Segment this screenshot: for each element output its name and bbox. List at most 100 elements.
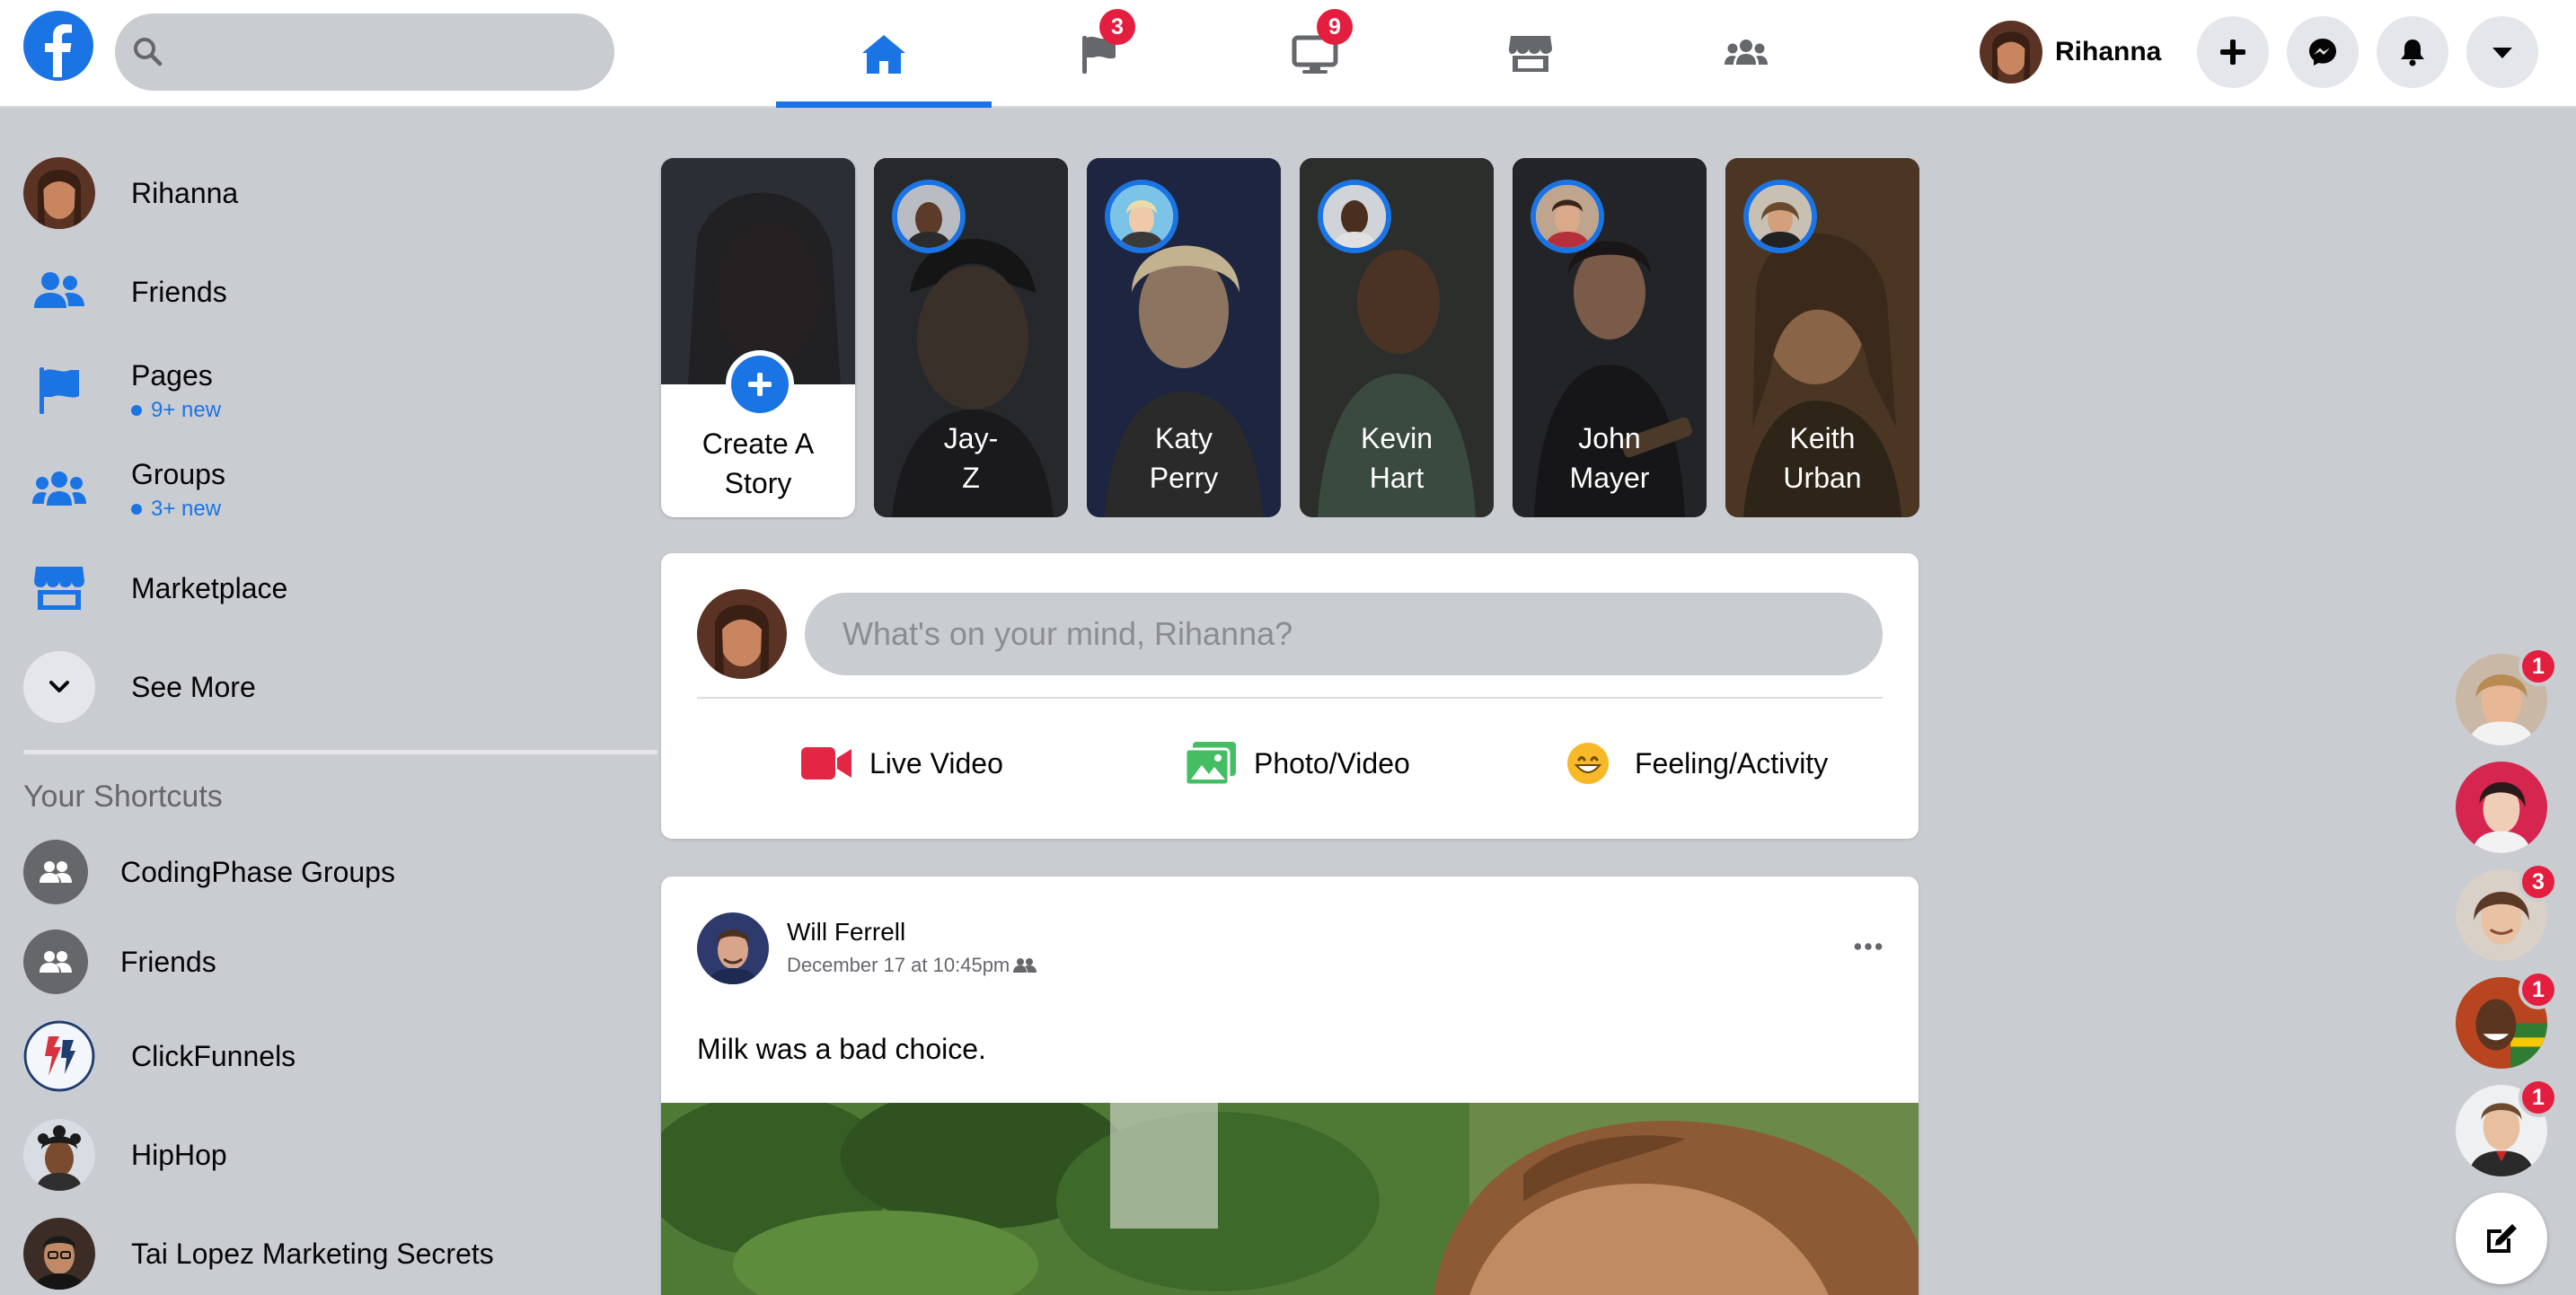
more-options-button[interactable] — [1847, 930, 1890, 963]
story-name: Katy Perry — [1087, 418, 1281, 498]
post-author[interactable]: Will Ferrell — [787, 918, 905, 947]
feeling-activity-label: Feeling/Activity — [1635, 746, 1829, 780]
story-card[interactable]: Kevin Hart — [1300, 158, 1494, 517]
sidebar-item-friends[interactable]: Friends — [23, 251, 652, 332]
shortcut-label: Friends — [120, 945, 216, 978]
post-timestamp: December 17 at 10:45pm — [787, 954, 1038, 977]
composer-divider — [697, 697, 1883, 699]
avatar — [1318, 180, 1391, 253]
top-navbar: 3 9 Rihanna — [0, 0, 2576, 108]
flag-icon — [23, 355, 95, 427]
sidebar-item-groups[interactable]: Groups 3+ new — [23, 449, 652, 530]
avatar — [1531, 180, 1604, 253]
account-menu-button[interactable] — [2466, 16, 2538, 88]
shortcut-item-codingphase[interactable]: CodingPhase Groups — [23, 832, 652, 912]
new-dot — [131, 404, 142, 416]
friends-audience-icon — [1013, 958, 1037, 973]
tab-marketplace[interactable] — [1423, 0, 1638, 108]
unread-badge: 1 — [2519, 970, 2558, 1009]
post-text: Milk was a bad choice. — [697, 1033, 986, 1065]
story-name-line: Perry — [1149, 462, 1219, 494]
sidebar-item-label: Pages — [131, 358, 213, 392]
notifications-button[interactable] — [2377, 16, 2448, 88]
new-count: 9+ new — [131, 398, 221, 423]
contact-chat-head[interactable]: 3 — [2456, 862, 2558, 961]
sidebar-item-marketplace[interactable]: Marketplace — [23, 548, 652, 629]
unread-badge: 1 — [2519, 647, 2558, 686]
messenger-button[interactable] — [2287, 16, 2359, 88]
friends-icon — [23, 256, 95, 328]
post-image[interactable] — [661, 1103, 1919, 1295]
profile-chip[interactable]: Rihanna — [1980, 16, 2161, 88]
avatar — [23, 157, 95, 229]
group-icon — [23, 929, 88, 994]
story-name-line: John — [1578, 422, 1641, 454]
avatar — [23, 1119, 95, 1191]
shortcut-item-friends[interactable]: Friends — [23, 921, 652, 1002]
plus-icon[interactable] — [726, 350, 794, 418]
watch-badge: 9 — [1317, 9, 1353, 45]
story-card[interactable]: Katy Perry — [1087, 158, 1281, 517]
story-name-line: Keith — [1789, 422, 1856, 454]
sidebar-item-label: Friends — [131, 275, 227, 308]
photo-video-button[interactable]: Photo/Video — [1184, 727, 1410, 799]
see-more-button[interactable]: See More — [23, 647, 652, 727]
new-count-text: 9+ new — [151, 397, 222, 422]
shortcuts-title: Your Shortcuts — [23, 780, 223, 814]
smiley-icon — [1567, 743, 1609, 784]
shortcut-item-tai-lopez[interactable]: Tai Lopez Marketing Secrets — [23, 1213, 652, 1294]
post-time-text: December 17 at 10:45pm — [787, 954, 1010, 976]
contact-chat-head[interactable]: 1 — [2456, 647, 2558, 745]
tab-pages[interactable]: 3 — [992, 0, 1207, 108]
tab-home[interactable] — [776, 0, 992, 108]
sidebar-item-profile[interactable]: Rihanna — [23, 153, 652, 233]
facebook-logo-icon[interactable] — [23, 11, 93, 81]
feeling-activity-button[interactable]: Feeling/Activity — [1565, 727, 1828, 799]
contact-chat-head[interactable]: 1 — [2456, 970, 2558, 1069]
status-input[interactable] — [805, 593, 1883, 675]
create-button[interactable] — [2197, 16, 2269, 88]
new-message-button[interactable] — [2456, 1193, 2547, 1284]
shortcut-label: ClickFunnels — [131, 1039, 296, 1072]
store-icon — [23, 552, 95, 624]
photos-icon — [1184, 742, 1236, 787]
avatar[interactable] — [697, 912, 769, 984]
live-video-button[interactable]: Live Video — [799, 727, 1003, 799]
story-name: Kevin Hart — [1300, 418, 1494, 498]
sidebar-item-label: Rihanna — [131, 176, 239, 209]
avatar — [2456, 762, 2547, 853]
search-input[interactable] — [115, 13, 614, 91]
create-story-card[interactable]: Create A Story — [661, 158, 855, 517]
story-card[interactable]: Jay- Z — [874, 158, 1068, 517]
tab-groups[interactable] — [1638, 0, 1854, 108]
story-card[interactable]: Keith Urban — [1725, 158, 1919, 517]
shortcut-item-clickfunnels[interactable]: ClickFunnels — [23, 1016, 652, 1097]
contact-chat-head[interactable] — [2456, 762, 2547, 853]
story-name-line: Urban — [1783, 462, 1862, 494]
shortcut-item-hiphop[interactable]: HipHop — [23, 1114, 652, 1195]
unread-badge: 1 — [2519, 1078, 2558, 1117]
avatar — [1105, 180, 1178, 253]
unread-badge: 3 — [2519, 862, 2558, 902]
sidebar-divider — [23, 750, 657, 754]
new-count: 3+ new — [131, 497, 225, 522]
sidebar-item-pages[interactable]: Pages 9+ new — [23, 350, 652, 431]
sidebar-item-label: Groups — [131, 457, 225, 490]
caret-down-icon — [2492, 48, 2512, 58]
story-name-line: Mayer — [1569, 462, 1650, 494]
story-name: John Mayer — [1513, 418, 1707, 498]
story-name: Jay- Z — [874, 418, 1068, 498]
story-card[interactable]: John Mayer — [1513, 158, 1707, 517]
new-count-text: 3+ new — [151, 496, 222, 521]
photo-video-label: Photo/Video — [1254, 746, 1410, 780]
groups-icon — [1725, 40, 1768, 65]
tab-watch[interactable]: 9 — [1207, 0, 1423, 108]
plus-icon — [2220, 40, 2245, 65]
messenger-icon — [2309, 39, 2336, 66]
story-name-line: Hart — [1369, 462, 1425, 494]
contact-chat-head[interactable]: 1 — [2456, 1078, 2558, 1176]
live-video-label: Live Video — [869, 746, 1003, 780]
groups-icon — [23, 454, 95, 525]
avatar — [1980, 21, 2042, 84]
avatar — [1743, 180, 1817, 253]
